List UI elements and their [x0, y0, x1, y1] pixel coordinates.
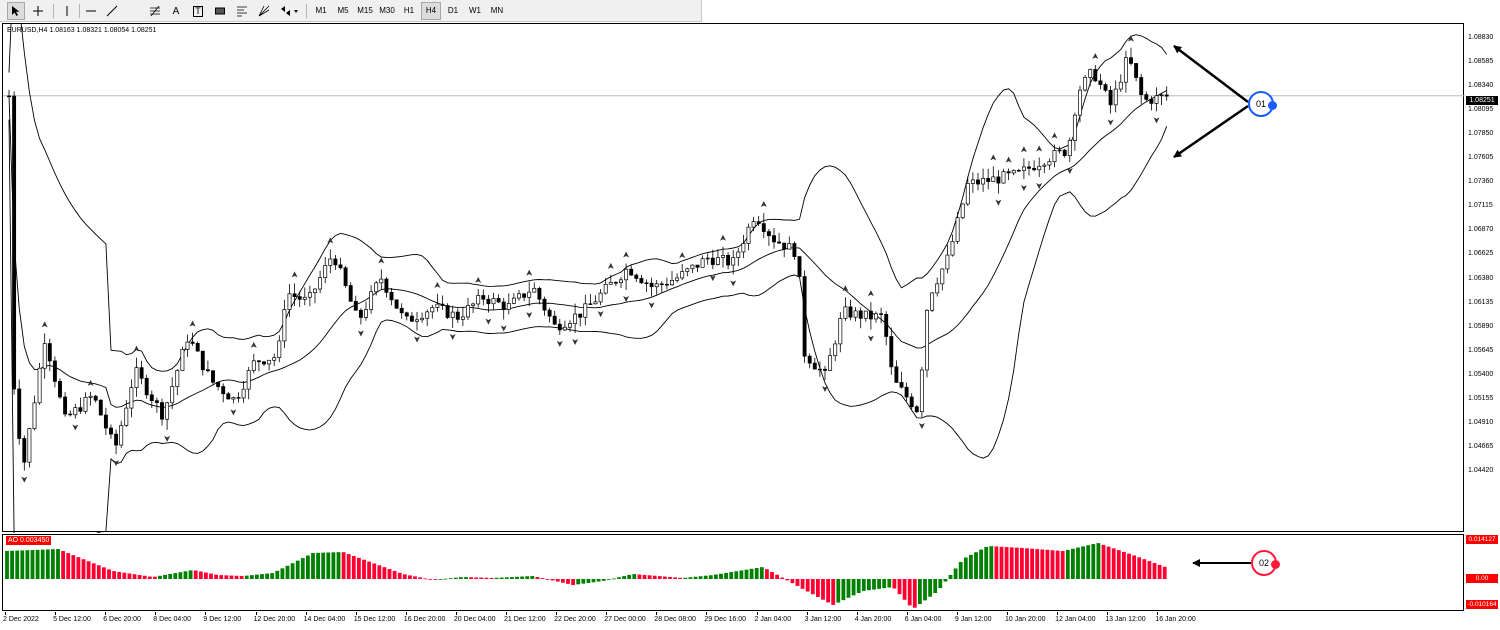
callout-02[interactable]: 02: [1251, 550, 1280, 576]
annotation-layer: [1173, 45, 1251, 567]
annotation-arrow-lower-band: [1173, 104, 1249, 159]
callout-01-label: 01: [1255, 99, 1266, 109]
callout-02-label: 02: [1258, 558, 1269, 568]
callout-01[interactable]: 01: [1248, 91, 1277, 117]
callout-01-dot: [1268, 101, 1277, 110]
callout-02-dot: [1271, 560, 1280, 569]
annotation-arrow-upper-band: [1173, 45, 1249, 103]
